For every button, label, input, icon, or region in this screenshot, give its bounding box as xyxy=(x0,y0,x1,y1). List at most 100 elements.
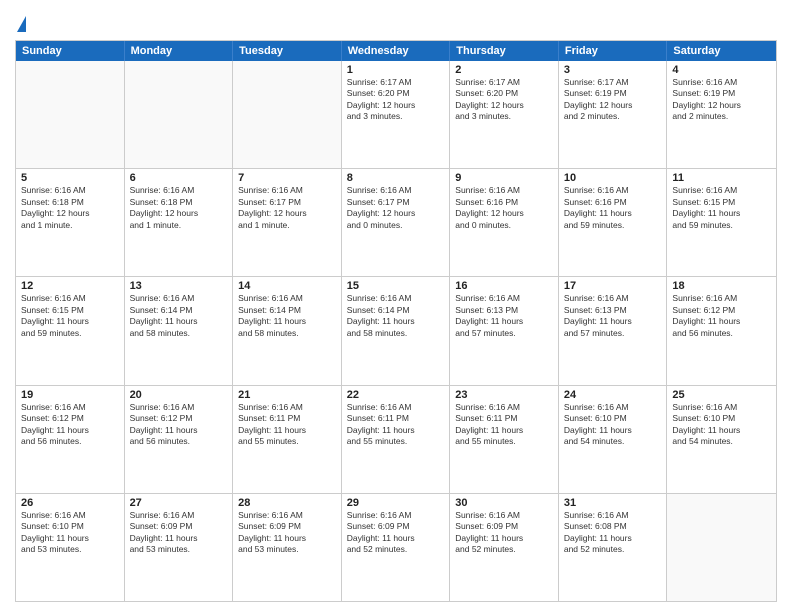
day-number: 10 xyxy=(564,172,662,184)
day-cell: 18Sunrise: 6:16 AM Sunset: 6:12 PM Dayli… xyxy=(667,277,776,384)
day-headers-row: SundayMondayTuesdayWednesdayThursdayFrid… xyxy=(16,41,776,61)
day-header-monday: Monday xyxy=(125,41,234,61)
day-number: 12 xyxy=(21,280,119,292)
day-cell: 23Sunrise: 6:16 AM Sunset: 6:11 PM Dayli… xyxy=(450,386,559,493)
day-cell: 19Sunrise: 6:16 AM Sunset: 6:12 PM Dayli… xyxy=(16,386,125,493)
day-info: Sunrise: 6:16 AM Sunset: 6:17 PM Dayligh… xyxy=(238,185,336,231)
day-number: 9 xyxy=(455,172,553,184)
day-cell: 4Sunrise: 6:16 AM Sunset: 6:19 PM Daylig… xyxy=(667,61,776,168)
day-number: 7 xyxy=(238,172,336,184)
day-cell: 11Sunrise: 6:16 AM Sunset: 6:15 PM Dayli… xyxy=(667,169,776,276)
day-cell: 8Sunrise: 6:16 AM Sunset: 6:17 PM Daylig… xyxy=(342,169,451,276)
day-number: 13 xyxy=(130,280,228,292)
day-cell: 2Sunrise: 6:17 AM Sunset: 6:20 PM Daylig… xyxy=(450,61,559,168)
logo xyxy=(15,14,26,32)
day-cell: 1Sunrise: 6:17 AM Sunset: 6:20 PM Daylig… xyxy=(342,61,451,168)
day-info: Sunrise: 6:16 AM Sunset: 6:12 PM Dayligh… xyxy=(130,402,228,448)
day-cell: 14Sunrise: 6:16 AM Sunset: 6:14 PM Dayli… xyxy=(233,277,342,384)
day-number: 26 xyxy=(21,497,119,509)
day-info: Sunrise: 6:16 AM Sunset: 6:18 PM Dayligh… xyxy=(21,185,119,231)
day-cell: 27Sunrise: 6:16 AM Sunset: 6:09 PM Dayli… xyxy=(125,494,234,601)
day-info: Sunrise: 6:17 AM Sunset: 6:20 PM Dayligh… xyxy=(347,77,445,123)
day-info: Sunrise: 6:16 AM Sunset: 6:15 PM Dayligh… xyxy=(21,293,119,339)
calendar: SundayMondayTuesdayWednesdayThursdayFrid… xyxy=(15,40,777,602)
day-info: Sunrise: 6:16 AM Sunset: 6:10 PM Dayligh… xyxy=(564,402,662,448)
day-cell: 15Sunrise: 6:16 AM Sunset: 6:14 PM Dayli… xyxy=(342,277,451,384)
day-number: 27 xyxy=(130,497,228,509)
day-info: Sunrise: 6:16 AM Sunset: 6:12 PM Dayligh… xyxy=(672,293,771,339)
day-number: 17 xyxy=(564,280,662,292)
day-number: 31 xyxy=(564,497,662,509)
day-info: Sunrise: 6:17 AM Sunset: 6:20 PM Dayligh… xyxy=(455,77,553,123)
day-number: 19 xyxy=(21,389,119,401)
day-header-sunday: Sunday xyxy=(16,41,125,61)
day-cell: 30Sunrise: 6:16 AM Sunset: 6:09 PM Dayli… xyxy=(450,494,559,601)
day-number: 18 xyxy=(672,280,771,292)
day-cell: 21Sunrise: 6:16 AM Sunset: 6:11 PM Dayli… xyxy=(233,386,342,493)
day-info: Sunrise: 6:16 AM Sunset: 6:09 PM Dayligh… xyxy=(455,510,553,556)
day-cell: 16Sunrise: 6:16 AM Sunset: 6:13 PM Dayli… xyxy=(450,277,559,384)
day-cell xyxy=(16,61,125,168)
day-cell: 10Sunrise: 6:16 AM Sunset: 6:16 PM Dayli… xyxy=(559,169,668,276)
day-number: 6 xyxy=(130,172,228,184)
day-info: Sunrise: 6:16 AM Sunset: 6:18 PM Dayligh… xyxy=(130,185,228,231)
logo-triangle-icon xyxy=(17,16,26,32)
day-number: 11 xyxy=(672,172,771,184)
day-info: Sunrise: 6:16 AM Sunset: 6:15 PM Dayligh… xyxy=(672,185,771,231)
day-info: Sunrise: 6:16 AM Sunset: 6:11 PM Dayligh… xyxy=(347,402,445,448)
day-cell: 12Sunrise: 6:16 AM Sunset: 6:15 PM Dayli… xyxy=(16,277,125,384)
day-info: Sunrise: 6:16 AM Sunset: 6:19 PM Dayligh… xyxy=(672,77,771,123)
day-cell: 6Sunrise: 6:16 AM Sunset: 6:18 PM Daylig… xyxy=(125,169,234,276)
day-cell: 17Sunrise: 6:16 AM Sunset: 6:13 PM Dayli… xyxy=(559,277,668,384)
day-cell: 24Sunrise: 6:16 AM Sunset: 6:10 PM Dayli… xyxy=(559,386,668,493)
day-cell: 5Sunrise: 6:16 AM Sunset: 6:18 PM Daylig… xyxy=(16,169,125,276)
day-cell: 20Sunrise: 6:16 AM Sunset: 6:12 PM Dayli… xyxy=(125,386,234,493)
header xyxy=(15,10,777,32)
day-header-saturday: Saturday xyxy=(667,41,776,61)
day-number: 30 xyxy=(455,497,553,509)
day-cell: 13Sunrise: 6:16 AM Sunset: 6:14 PM Dayli… xyxy=(125,277,234,384)
day-cell xyxy=(233,61,342,168)
day-number: 15 xyxy=(347,280,445,292)
day-number: 21 xyxy=(238,389,336,401)
day-info: Sunrise: 6:16 AM Sunset: 6:14 PM Dayligh… xyxy=(130,293,228,339)
day-cell: 22Sunrise: 6:16 AM Sunset: 6:11 PM Dayli… xyxy=(342,386,451,493)
day-number: 8 xyxy=(347,172,445,184)
day-info: Sunrise: 6:16 AM Sunset: 6:13 PM Dayligh… xyxy=(455,293,553,339)
day-info: Sunrise: 6:16 AM Sunset: 6:10 PM Dayligh… xyxy=(672,402,771,448)
day-info: Sunrise: 6:16 AM Sunset: 6:10 PM Dayligh… xyxy=(21,510,119,556)
day-info: Sunrise: 6:16 AM Sunset: 6:09 PM Dayligh… xyxy=(347,510,445,556)
day-header-thursday: Thursday xyxy=(450,41,559,61)
day-cell xyxy=(125,61,234,168)
day-number: 14 xyxy=(238,280,336,292)
day-number: 29 xyxy=(347,497,445,509)
day-info: Sunrise: 6:17 AM Sunset: 6:19 PM Dayligh… xyxy=(564,77,662,123)
day-cell xyxy=(667,494,776,601)
day-number: 23 xyxy=(455,389,553,401)
day-cell: 28Sunrise: 6:16 AM Sunset: 6:09 PM Dayli… xyxy=(233,494,342,601)
day-cell: 3Sunrise: 6:17 AM Sunset: 6:19 PM Daylig… xyxy=(559,61,668,168)
week-row-1: 1Sunrise: 6:17 AM Sunset: 6:20 PM Daylig… xyxy=(16,61,776,169)
day-cell: 25Sunrise: 6:16 AM Sunset: 6:10 PM Dayli… xyxy=(667,386,776,493)
page: SundayMondayTuesdayWednesdayThursdayFrid… xyxy=(0,0,792,612)
week-row-4: 19 Sunrise: 6:16 AM Sunset: 6:12 PM Dayli… xyxy=(16,386,776,494)
day-info: Sunrise: 6:16 AM Sunset: 6:11 PM Dayligh… xyxy=(455,402,553,448)
day-info: Sunrise: 6:16 AM Sunset: 6:11 PM Dayligh… xyxy=(238,402,336,448)
day-number: 2 xyxy=(455,64,553,76)
logo-general xyxy=(15,14,26,32)
calendar-body: 1Sunrise: 6:17 AM Sunset: 6:20 PM Daylig… xyxy=(16,61,776,601)
day-info: Sunrise: 6:16 AM Sunset: 6:14 PM Dayligh… xyxy=(238,293,336,339)
day-cell: 29Sunrise: 6:16 AM Sunset: 6:09 PM Dayli… xyxy=(342,494,451,601)
week-row-2: 5Sunrise: 6:16 AM Sunset: 6:18 PM Daylig… xyxy=(16,169,776,277)
day-info: Sunrise: 6:16 AM Sunset: 6:13 PM Dayligh… xyxy=(564,293,662,339)
day-number: 28 xyxy=(238,497,336,509)
day-number: 20 xyxy=(130,389,228,401)
day-info: Sunrise: 6:16 AM Sunset: 6:17 PM Dayligh… xyxy=(347,185,445,231)
day-header-friday: Friday xyxy=(559,41,668,61)
day-cell: 7Sunrise: 6:16 AM Sunset: 6:17 PM Daylig… xyxy=(233,169,342,276)
day-info: Sunrise: 6:16 AM Sunset: 6:08 PM Dayligh… xyxy=(564,510,662,556)
day-number: 1 xyxy=(347,64,445,76)
day-info: Sunrise: 6:16 AM Sunset: 6:14 PM Dayligh… xyxy=(347,293,445,339)
day-number: 16 xyxy=(455,280,553,292)
week-row-3: 12Sunrise: 6:16 AM Sunset: 6:15 PM Dayli… xyxy=(16,277,776,385)
